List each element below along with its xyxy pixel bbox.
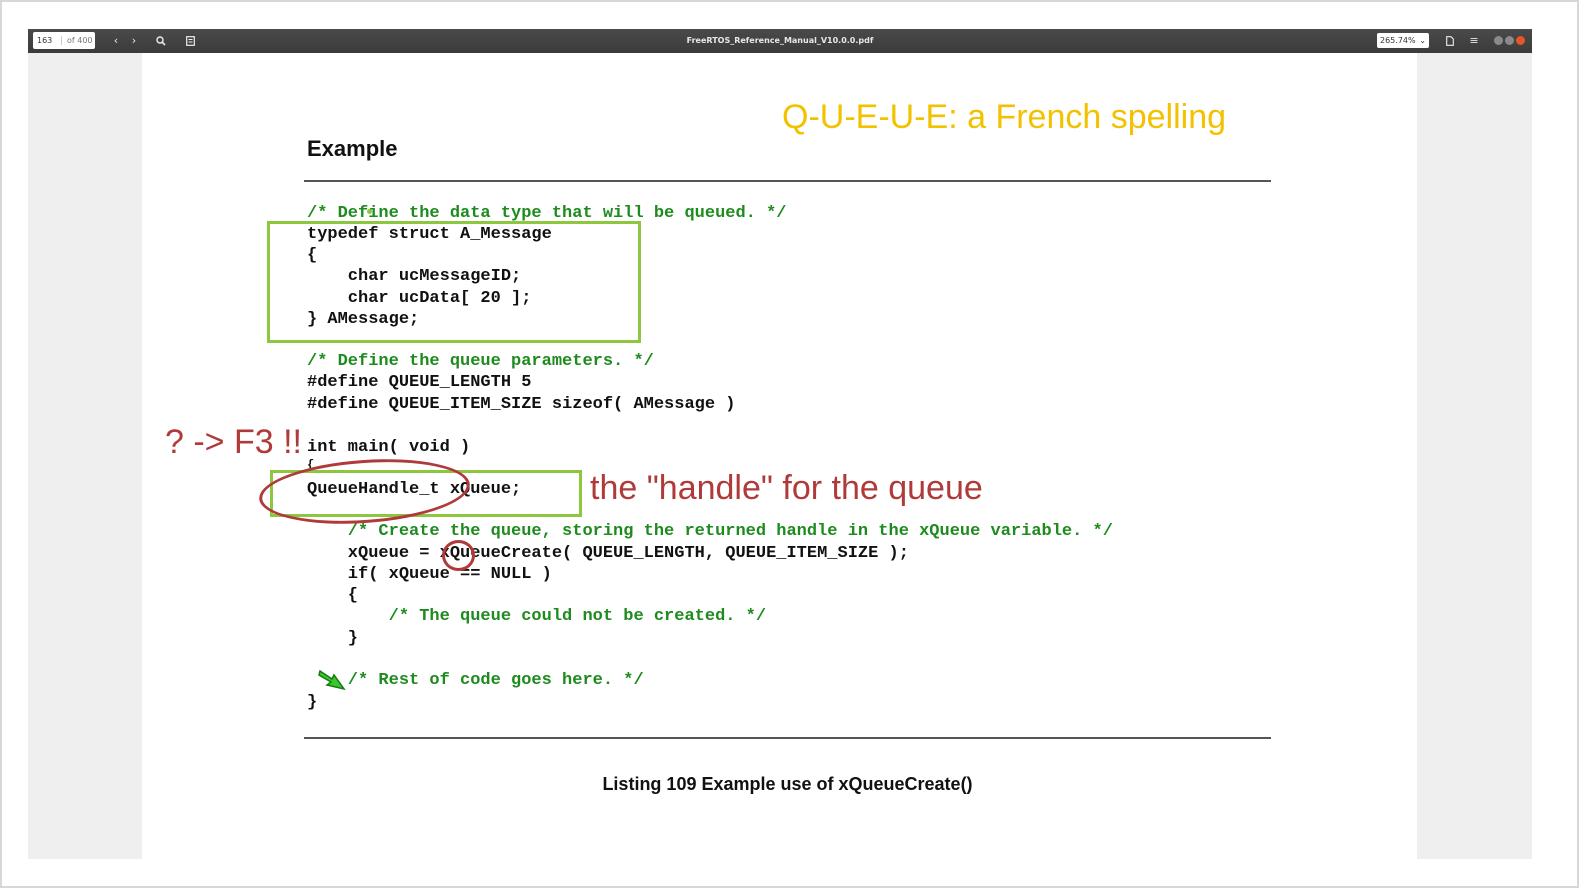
maximize-button[interactable] xyxy=(1505,36,1514,45)
annotation-f3: ? -> F3 !! xyxy=(165,423,302,461)
code-line: } xyxy=(307,629,359,648)
top-rule xyxy=(304,180,1271,182)
code-line: #define QUEUE_LENGTH 5 xyxy=(307,373,532,392)
zoom-select[interactable]: 265.74% ⌄ xyxy=(1377,33,1429,48)
code-line: { xyxy=(307,586,359,605)
code-comment: /* Rest of code goes here. */ xyxy=(307,671,644,690)
pdf-viewer: 163 of 400 ‹ › FreeRTOS_Reference_Manual… xyxy=(28,29,1532,859)
listing-caption: Listing 109 Example use of xQueueCreate(… xyxy=(602,774,973,794)
document-title: FreeRTOS_Reference_Manual_V10.0.0.pdf xyxy=(686,36,874,45)
minimize-button[interactable] xyxy=(1494,36,1503,45)
chevron-down-icon: ⌄ xyxy=(1419,36,1426,45)
screen-frame: 163 of 400 ‹ › FreeRTOS_Reference_Manual… xyxy=(0,0,1579,888)
document-properties-icon[interactable] xyxy=(1444,33,1456,49)
code-line: } xyxy=(307,693,318,712)
pointer-dot xyxy=(367,209,372,214)
highlight-circle-x xyxy=(442,540,475,571)
bottom-rule xyxy=(304,737,1271,739)
code-comment: /* Create the queue, storing the returne… xyxy=(307,522,1113,541)
arrow-icon xyxy=(318,669,346,691)
annotation-french-spelling: Q-U-E-U-E: a French spelling xyxy=(782,98,1227,136)
pdf-page: Example /* Define the data type that wil… xyxy=(142,53,1417,859)
code-comment: /* The queue could not be created. */ xyxy=(307,607,767,626)
code-line: #define QUEUE_ITEM_SIZE sizeof( AMessage… xyxy=(307,395,736,414)
zoom-value: 265.74% xyxy=(1380,36,1416,45)
code-line-queue-create: xQueue = xQueueCreate( QUEUE_LENGTH, QUE… xyxy=(307,544,909,563)
menu-icon[interactable]: ≡ xyxy=(1468,33,1480,49)
section-heading: Example xyxy=(307,136,398,161)
code-line: if( xQueue == NULL ) xyxy=(307,565,552,584)
code-comment: /* Define the queue parameters. */ xyxy=(307,352,654,371)
annotation-handle-note: the "handle" for the queue xyxy=(590,469,983,507)
code-line: int main( void ) xyxy=(307,438,471,457)
highlight-box-struct xyxy=(267,221,641,343)
close-button[interactable] xyxy=(1516,36,1525,45)
viewer-toolbar: 163 of 400 ‹ › FreeRTOS_Reference_Manual… xyxy=(28,29,1532,53)
